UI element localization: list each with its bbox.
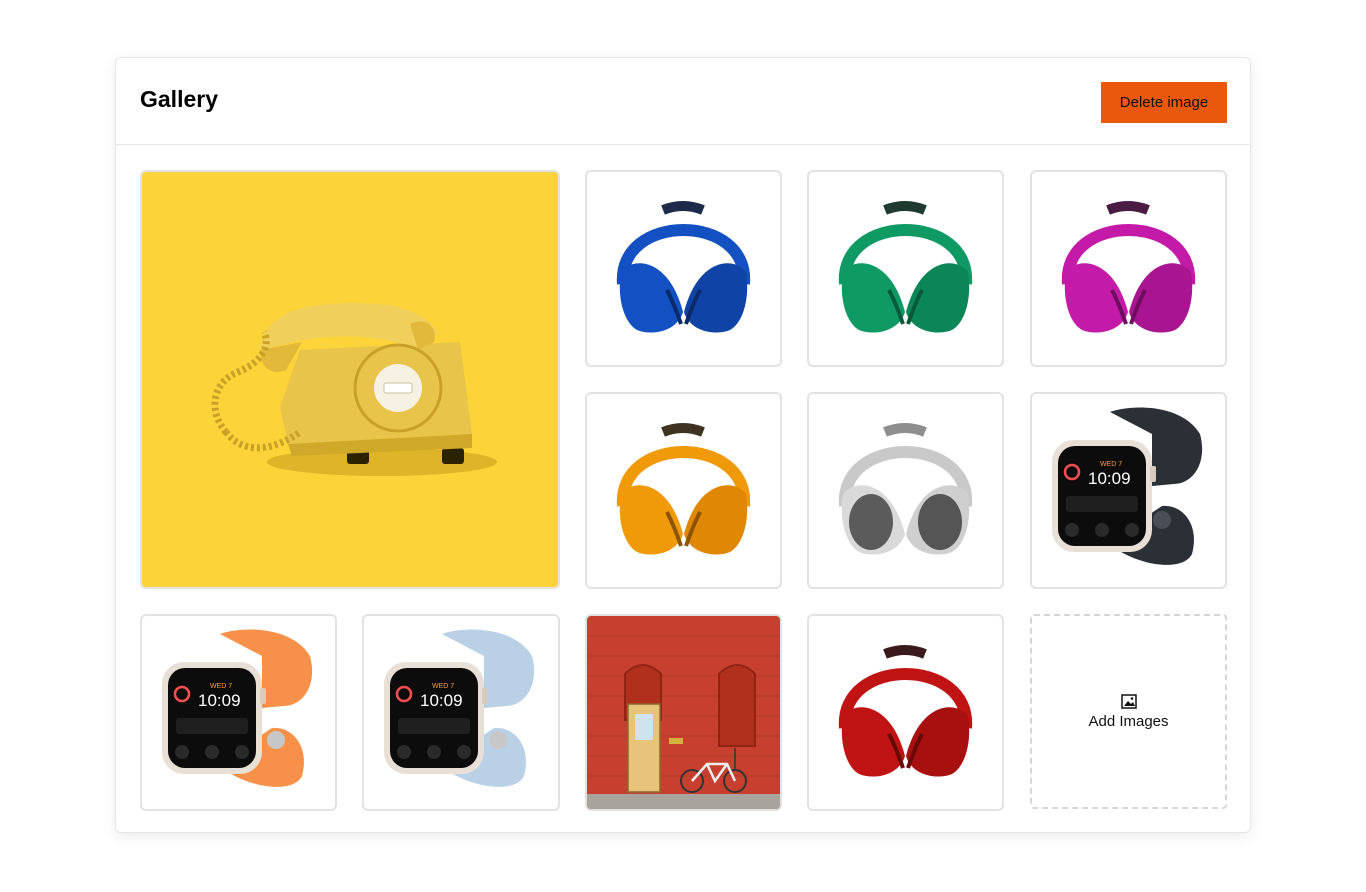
watch-time-text: 10:09 [420,691,463,710]
image-icon [1120,693,1137,709]
watch-date-text: WED 7 [210,683,232,690]
add-images-label: Add Images [1088,712,1169,730]
gallery-image-brick-building[interactable] [585,614,782,811]
headphones-magenta-image [1061,201,1196,333]
gallery-image-watch-black[interactable]: WED 7 10:09 [1030,392,1227,589]
gallery-image-headphones-magenta[interactable] [1030,170,1227,367]
headphones-orange-image [616,423,751,555]
watch-time-text: 10:09 [198,691,241,710]
gallery-card: Gallery Delete image WED 7 10:09 WED 7 1… [115,57,1251,833]
delete-image-button[interactable]: Delete image [1101,82,1227,123]
gallery-image-telephone[interactable] [140,170,560,589]
headphones-blue-image [616,201,751,333]
gallery-image-watch-lightblue[interactable]: WED 7 10:09 [362,614,560,811]
watch-black-image: WED 7 10:09 [1052,407,1203,565]
telephone-image [142,172,558,587]
add-images-button[interactable]: Add Images [1030,614,1227,809]
gallery-header: Gallery Delete image [116,58,1250,145]
brick-building-image [587,616,780,809]
gallery-title: Gallery [140,86,218,112]
watch-orange-image: WED 7 10:09 [162,629,313,787]
gallery-image-headphones-red[interactable] [807,614,1004,811]
headphones-silver-image [838,423,973,555]
gallery-image-headphones-blue[interactable] [585,170,782,367]
gallery-image-headphones-green[interactable] [807,170,1004,367]
watch-date-text: WED 7 [1100,461,1122,468]
headphones-red-image [838,645,973,777]
gallery-image-headphones-orange[interactable] [585,392,782,589]
gallery-image-headphones-silver[interactable] [807,392,1004,589]
watch-time-text: 10:09 [1088,469,1131,488]
watch-date-text: WED 7 [432,683,454,690]
headphones-green-image [838,201,973,333]
watch-lightblue-image: WED 7 10:09 [384,629,535,787]
gallery-image-watch-orange[interactable]: WED 7 10:09 [140,614,337,811]
